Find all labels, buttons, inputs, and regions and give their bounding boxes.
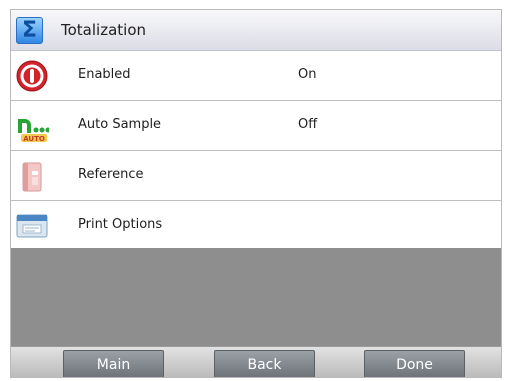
title-bar: Σ Totalization [11,10,501,51]
done-button[interactable]: Done [364,350,465,377]
page-title: Totalization [61,21,146,39]
bottom-button-bar: Main Back Done [11,346,501,377]
app-window: Σ Totalization Enabled On AUTO Auto Samp… [10,9,502,378]
menu-item-value: On [298,67,317,82]
menu-item-label: Reference [78,167,144,182]
menu-item-label: Print Options [78,217,163,232]
menu-item-print-options[interactable]: Print Options [11,201,501,251]
svg-text:AUTO: AUTO [23,135,45,143]
menu-item-reference[interactable]: Reference [11,151,501,201]
sigma-icon: Σ [16,17,43,44]
auto-sample-icon: AUTO [18,119,49,143]
menu-item-label: Auto Sample [78,117,162,132]
reference-book-icon [22,162,42,192]
content-empty-area [11,248,501,346]
back-button[interactable]: Back [214,350,315,377]
menu-list: Enabled On AUTO Auto Sample Off Referenc… [11,51,501,251]
menu-item-label: Enabled [78,67,131,82]
printer-icon [16,214,48,238]
main-button[interactable]: Main [63,350,164,377]
power-icon [16,60,48,92]
menu-item-auto-sample[interactable]: AUTO Auto Sample Off [11,101,501,151]
menu-item-value: Off [298,117,318,132]
menu-item-enabled[interactable]: Enabled On [11,51,501,101]
